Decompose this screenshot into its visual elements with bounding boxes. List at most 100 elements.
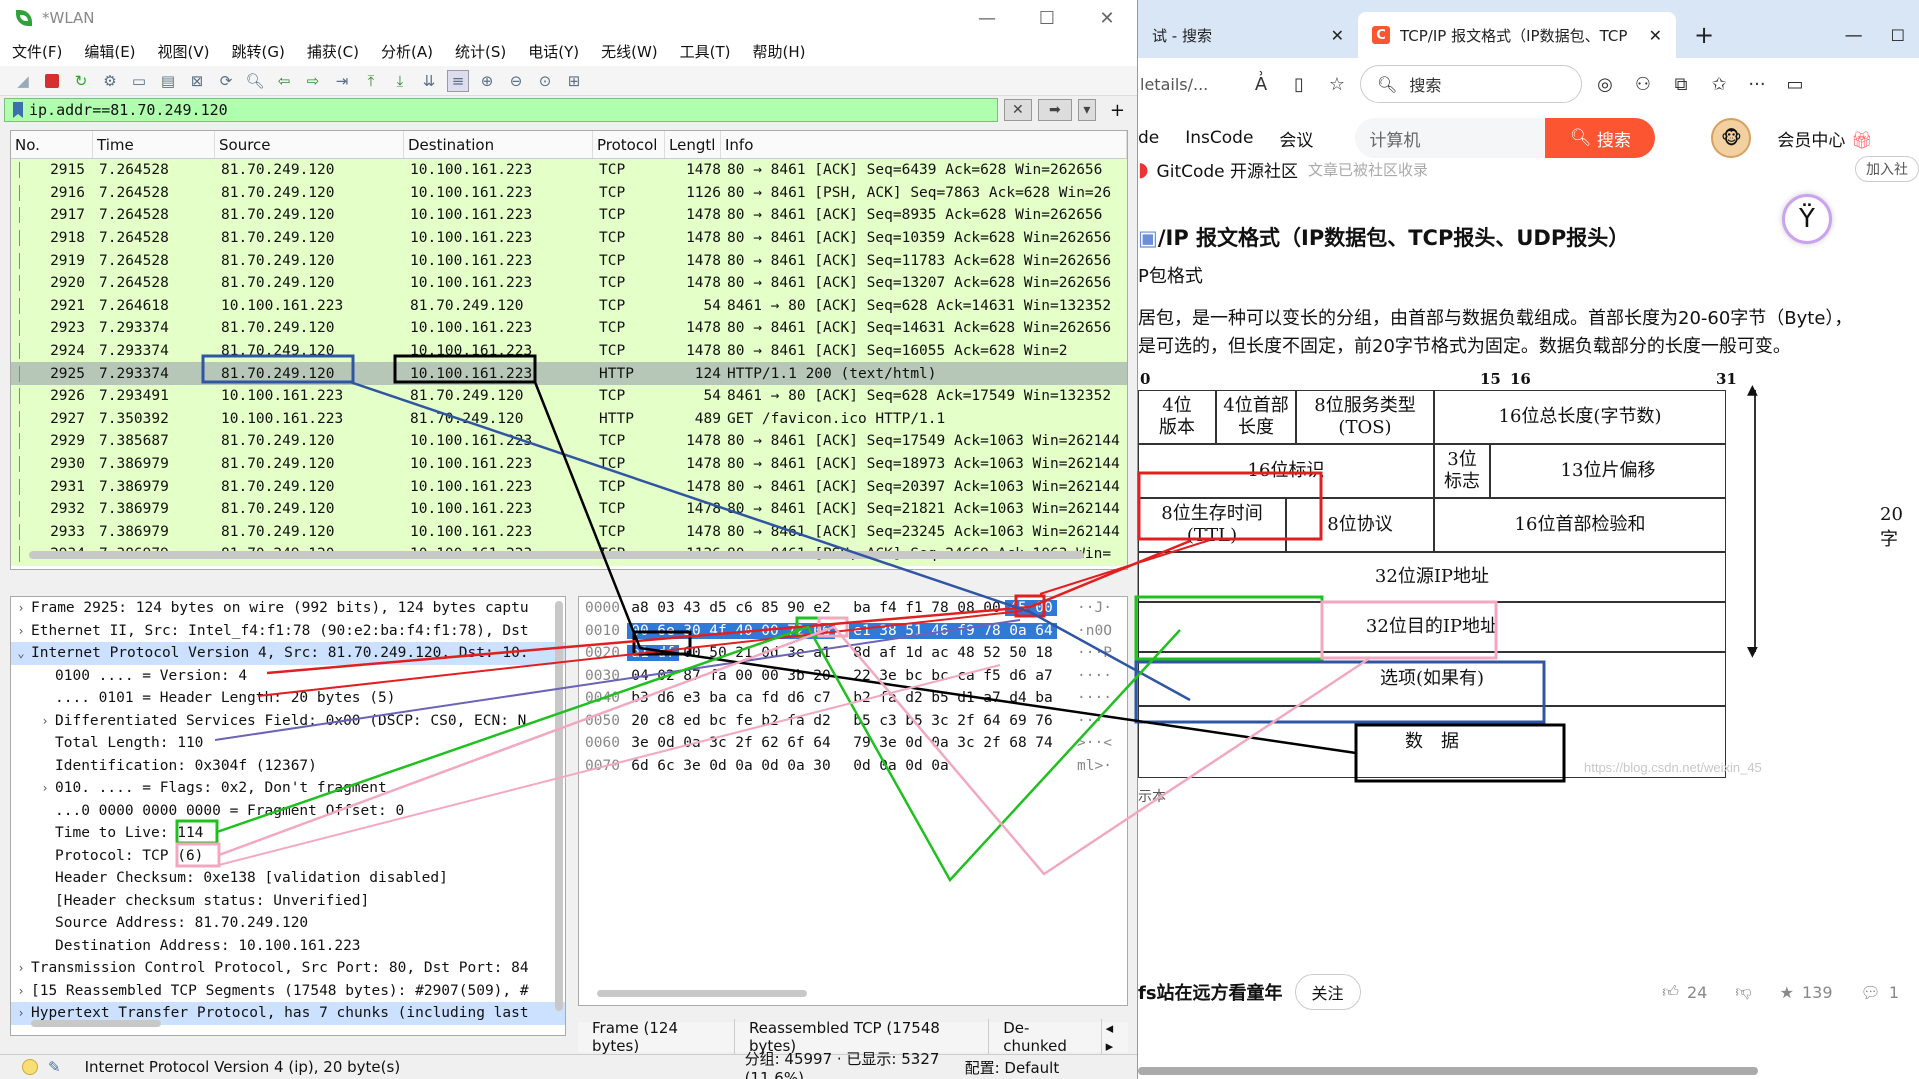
hex-byte[interactable]: af (875, 645, 901, 661)
hex-byte[interactable]: fa (875, 690, 901, 706)
hex-byte[interactable]: 00 (979, 600, 1005, 616)
column-header-3[interactable]: Destination (404, 131, 593, 158)
byte-ascii[interactable]: ···· (1077, 668, 1117, 684)
packet-row[interactable]: 2916 7.264528 81.70.249.120 10.100.161.223 T… (11, 181, 1127, 205)
packet-row[interactable]: 2920 7.264528 81.70.249.120 10.100.161.223 T… (11, 271, 1127, 295)
stop-capture-icon[interactable] (41, 70, 63, 92)
hex-byte[interactable]: ba (1031, 690, 1057, 706)
hex-byte[interactable]: 0d (757, 758, 783, 774)
hex-byte[interactable]: a1 (627, 645, 653, 662)
detail-row[interactable]: › Ethernet II, Src: Intel_f4:f1:78 (90:e2… (11, 620, 565, 643)
hex-byte[interactable]: fa (783, 713, 809, 729)
first-packet-icon[interactable]: ⤒ (360, 70, 382, 92)
expand-arrow-right-icon[interactable]: › (11, 984, 31, 998)
reload-file-icon[interactable]: ⟳ (215, 70, 237, 92)
hex-byte[interactable]: d6 (1005, 668, 1031, 684)
packet-row[interactable]: 2927 7.350392 10.100.161.223 81.70.249.120 H… (11, 407, 1127, 431)
go-forward-icon[interactable]: ⇨ (302, 70, 324, 92)
hex-byte[interactable]: 00 (757, 622, 783, 639)
minimize-icon[interactable]: — (1831, 12, 1877, 58)
hex-byte[interactable]: d2 (809, 713, 835, 729)
expand-arrow-down-icon[interactable]: ⌄ (11, 646, 31, 660)
hex-byte[interactable]: 00 (731, 668, 757, 684)
hex-byte[interactable]: b5 (849, 713, 875, 729)
menu-item-4[interactable]: 捕获(C) (307, 41, 359, 62)
comment-stat[interactable]: 💬︎ 1 (1861, 983, 1900, 1002)
byte-ascii[interactable]: >··< (1077, 735, 1117, 751)
hex-byte[interactable]: 43 (679, 600, 705, 616)
hex-byte[interactable]: ca (731, 690, 757, 706)
hex-byte[interactable]: 00 (627, 622, 653, 639)
hex-byte[interactable]: 3e (875, 668, 901, 684)
detail-row[interactable]: .... 0101 = Header Length: 20 bytes (5) (11, 687, 565, 710)
packet-row[interactable]: 2929 7.385687 81.70.249.120 10.100.161.223 T… (11, 430, 1127, 453)
open-file-icon[interactable]: ▭ (128, 70, 150, 92)
hex-byte[interactable]: 62 (757, 735, 783, 751)
hex-byte[interactable]: b5 (901, 713, 927, 729)
clear-filter-icon[interactable]: ✕ (1003, 99, 1032, 121)
close-icon[interactable]: ✕ (1077, 0, 1137, 36)
hex-byte[interactable]: 30 (679, 622, 705, 639)
detail-row[interactable]: Time to Live: 114 (11, 822, 565, 845)
hex-byte[interactable]: 0a (927, 758, 953, 774)
favorite-icon[interactable]: ☆ (1322, 74, 1352, 95)
hex-byte[interactable]: 30 (809, 758, 835, 774)
column-header-1[interactable]: Time (93, 131, 215, 158)
hex-byte[interactable]: 6d (627, 758, 653, 774)
hex-byte[interactable]: d5 (705, 600, 731, 616)
hex-byte[interactable]: 51 (901, 622, 927, 639)
hex-byte[interactable]: 3e (783, 645, 809, 661)
packet-row[interactable]: 2915 7.264528 81.70.249.120 10.100.161.223 T… (11, 159, 1127, 182)
packet-row[interactable]: 2930 7.386979 81.70.249.120 10.100.161.223 T… (11, 452, 1127, 476)
status-profile[interactable]: 配置: Default (965, 1057, 1060, 1078)
csdn-search-button[interactable]: 🔍︎ 搜索 (1545, 118, 1656, 158)
hex-byte[interactable]: 3c (927, 713, 953, 729)
extension-icon[interactable]: ⚇ (1628, 74, 1658, 95)
edit-comment-icon[interactable]: ✎ (48, 1058, 61, 1076)
detail-row[interactable]: › 010. .... = Flags: 0x2, Don't fragment (11, 777, 565, 800)
hex-byte[interactable]: f1 (901, 600, 927, 616)
packet-row[interactable]: 2926 7.293491 10.100.161.223 81.70.249.120 T… (11, 384, 1127, 408)
hex-byte[interactable]: 72 (783, 622, 809, 639)
follow-button[interactable]: 关注 (1294, 974, 1361, 1010)
hex-byte[interactable]: 52 (979, 645, 1005, 661)
byte-ascii[interactable]: ··· (1077, 713, 1117, 729)
hex-byte[interactable]: c6 (731, 600, 757, 616)
hex-byte[interactable]: a7 (1031, 668, 1057, 684)
packet-row[interactable]: 2918 7.264528 81.70.249.120 10.100.161.223 T… (11, 226, 1127, 250)
find-packet-icon[interactable]: 🔍︎ (244, 70, 266, 92)
hex-byte[interactable]: 0d (705, 758, 731, 774)
hex-byte[interactable]: ac (927, 645, 953, 661)
column-header-6[interactable]: Info (721, 131, 1127, 158)
hex-byte[interactable]: df (653, 645, 679, 662)
hex-byte[interactable]: 2f (953, 713, 979, 729)
expand-arrow-right-icon[interactable]: › (35, 781, 55, 795)
apply-filter-icon[interactable]: ➡ (1037, 99, 1072, 121)
minimize-icon[interactable]: — (957, 0, 1017, 36)
collect-stat[interactable]: ★ 139 (1780, 983, 1833, 1002)
packet-list-scrollbar[interactable] (29, 551, 1084, 559)
expand-arrow-right-icon[interactable]: › (11, 961, 31, 975)
menu-item-5[interactable]: 分析(A) (381, 41, 433, 62)
gitcode-label[interactable]: GitCode 开源社区 (1157, 157, 1299, 182)
hex-byte[interactable]: 22 (849, 668, 875, 684)
hex-byte[interactable]: 3c (705, 735, 731, 751)
hex-byte[interactable]: 3e (875, 735, 901, 751)
hex-byte[interactable]: 6f (783, 735, 809, 751)
byte-ascii[interactable]: ·n0O (1077, 623, 1117, 639)
column-header-5[interactable]: Lengtl (665, 131, 721, 158)
hex-byte[interactable]: e1 (849, 622, 875, 639)
hex-byte[interactable]: d4 (1005, 690, 1031, 706)
details-vertical-scrollbar[interactable] (555, 601, 563, 1011)
start-capture-icon[interactable]: ◢ (12, 70, 34, 92)
csdn-search-input[interactable]: 计算机 (1355, 118, 1546, 158)
hex-byte[interactable]: 0d (849, 758, 875, 774)
capture-options-icon[interactable]: ⚙ (99, 70, 121, 92)
packet-row[interactable]: 2925 7.293374 81.70.249.120 10.100.161.223 H… (11, 362, 1127, 385)
hex-byte[interactable]: 74 (1031, 735, 1057, 751)
tab-search[interactable]: 试 - 搜索 ✕ (1138, 12, 1358, 58)
hex-byte[interactable]: b2 (757, 713, 783, 729)
expand-arrow-right-icon[interactable]: › (35, 714, 55, 728)
detail-row[interactable]: 0100 .... = Version: 4 (11, 665, 565, 688)
restart-capture-icon[interactable]: ↻ (70, 70, 92, 92)
